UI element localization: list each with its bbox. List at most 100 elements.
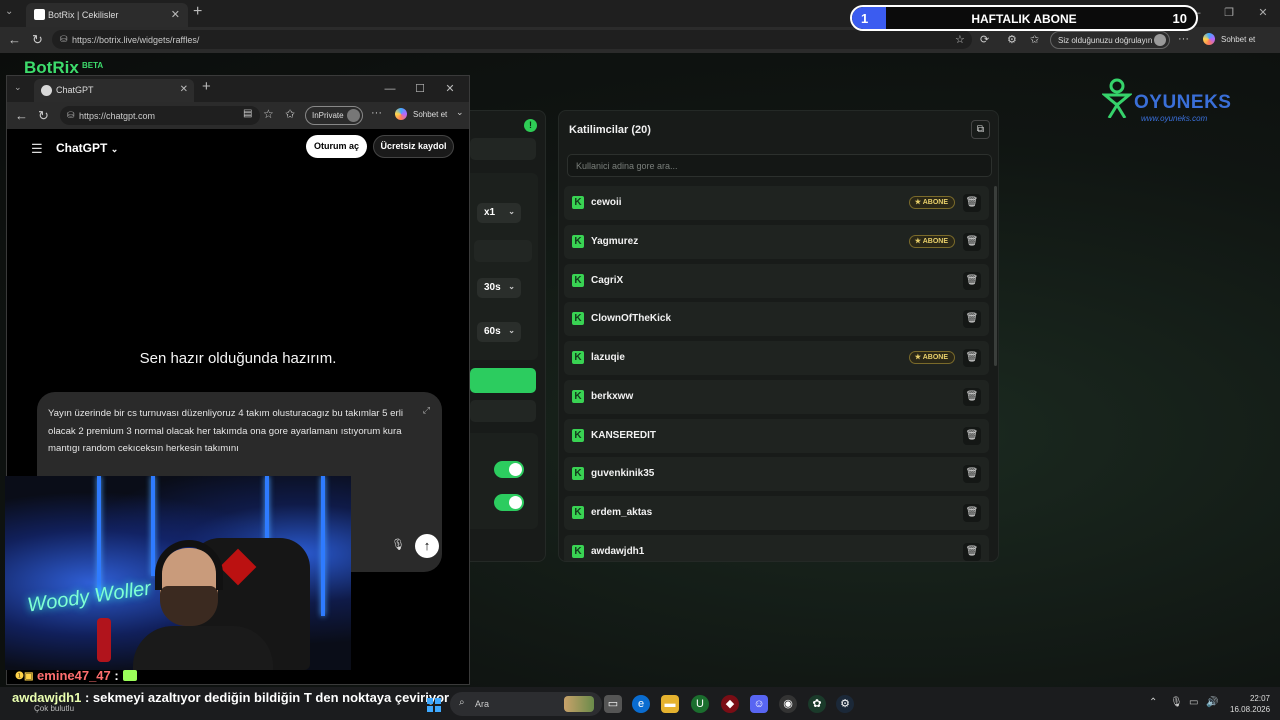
- tab-list-chevron-icon[interactable]: ⌄: [14, 82, 22, 93]
- remove-participant-trash-icon[interactable]: 🗑: [963, 387, 981, 406]
- taskbar-clock[interactable]: 22:07 16.08.2026: [1230, 693, 1270, 715]
- tray-mic-icon[interactable]: 🎙: [1170, 697, 1183, 708]
- participant-row: Klazuqie ★ ABONE 🗑: [564, 341, 989, 375]
- send-button[interactable]: ↑: [415, 534, 439, 558]
- close-window-icon[interactable]: ✕: [435, 76, 465, 102]
- remove-participant-trash-icon[interactable]: 🗑: [963, 310, 981, 329]
- multiplier-select[interactable]: x1 ⌄: [477, 203, 521, 223]
- copy-icon[interactable]: ⧉: [971, 120, 990, 139]
- windows-start-icon[interactable]: [427, 698, 441, 712]
- profile-verify-button[interactable]: Siz olduğunuzu doğrulayın: [1050, 31, 1170, 49]
- browser-essentials-icon[interactable]: ⚙: [1007, 33, 1017, 46]
- streamer-torso: [133, 626, 273, 670]
- duration-select[interactable]: 30s ⌄: [477, 278, 521, 298]
- chevron-down-icon[interactable]: ⌄: [456, 107, 464, 118]
- copilot-icon[interactable]: [1203, 33, 1215, 45]
- expand-icon[interactable]: ⤢: [423, 405, 430, 416]
- chevron-down-icon: ⌄: [508, 282, 515, 291]
- remove-participant-trash-icon[interactable]: 🗑: [963, 349, 981, 367]
- refresh-icon[interactable]: ↻: [32, 32, 43, 48]
- remove-participant-trash-icon[interactable]: 🗑: [963, 271, 981, 290]
- tab-botrix[interactable]: BotRix | Cekilisler ✕: [26, 3, 188, 27]
- participant-search-input[interactable]: Kullanici adina gore ara...: [567, 154, 992, 177]
- model-selector[interactable]: ChatGPT ⌄: [56, 141, 118, 155]
- tab-close-icon[interactable]: ✕: [180, 84, 188, 95]
- oyuneks-mascot-icon: [1102, 78, 1132, 118]
- more-menu-icon[interactable]: ···: [371, 107, 382, 119]
- chatgpt-app-icon[interactable]: ✿: [808, 695, 826, 713]
- tray-chevron-icon[interactable]: ⌃: [1149, 697, 1157, 708]
- microphone-icon[interactable]: 🎙: [391, 538, 405, 551]
- keyword-field[interactable]: [474, 240, 532, 262]
- sidebar-menu-icon[interactable]: ☰: [31, 141, 43, 157]
- steam-icon[interactable]: ⚙: [836, 695, 854, 713]
- discord-icon[interactable]: ☺: [750, 695, 768, 713]
- edge-icon[interactable]: e: [632, 695, 650, 713]
- prompt-text[interactable]: Yayın üzerinde bir cs turnuvası düzenliy…: [48, 405, 426, 458]
- participant-row: Kerdem_aktas 🗑: [564, 496, 989, 530]
- more-menu-icon[interactable]: ···: [1178, 33, 1189, 45]
- raffle-name-field[interactable]: [470, 138, 536, 160]
- copilot-icon[interactable]: [395, 108, 407, 120]
- led-strip: [97, 476, 101, 596]
- restore-icon[interactable]: ❐: [1212, 0, 1246, 27]
- goal-target: 10: [1172, 11, 1187, 26]
- url-field[interactable]: ⛁ https://botrix.live/widgets/raffles/: [52, 30, 972, 49]
- tab-list-chevron-icon[interactable]: ⌄: [5, 6, 13, 17]
- new-tab-plus-icon[interactable]: +: [202, 78, 211, 95]
- refresh-icon[interactable]: ↻: [38, 108, 49, 124]
- volume-icon[interactable]: 🔊: [1206, 697, 1218, 708]
- url-field[interactable]: ⛁ https://chatgpt.com: [60, 106, 260, 125]
- favorites-icon[interactable]: ✩: [1030, 33, 1039, 46]
- back-arrow-icon[interactable]: ←: [8, 32, 21, 47]
- upwork-icon[interactable]: U: [691, 695, 709, 713]
- list-scrollbar[interactable]: [994, 186, 997, 366]
- remove-participant-trash-icon[interactable]: 🗑: [963, 194, 981, 212]
- signup-button[interactable]: Ücretsiz kaydol: [373, 135, 454, 158]
- extensions-icon[interactable]: ⟳: [980, 33, 989, 46]
- toggle-switch-1[interactable]: [494, 461, 524, 478]
- secondary-button[interactable]: [470, 400, 536, 422]
- participant-name: CagriX: [591, 274, 624, 286]
- favorites-icon[interactable]: ✩: [285, 107, 295, 121]
- participant-name: awdawjdh1: [591, 545, 645, 557]
- chevron-down-icon: ⌄: [508, 207, 515, 216]
- start-raffle-button[interactable]: [470, 368, 536, 393]
- copilot-label[interactable]: Sohbet et: [1221, 35, 1255, 44]
- task-view-icon[interactable]: ▭: [604, 695, 622, 713]
- remove-participant-trash-icon[interactable]: 🗑: [963, 504, 981, 522]
- remove-participant-trash-icon[interactable]: 🗑: [963, 426, 981, 445]
- minimize-icon[interactable]: —: [375, 76, 405, 102]
- beta-badge: BETA: [82, 61, 104, 70]
- login-button[interactable]: Oturum aç: [306, 135, 367, 158]
- chat-emote-icon: [122, 670, 137, 681]
- interval-select[interactable]: 60s ⌄: [477, 322, 521, 342]
- maximize-icon[interactable]: ☐: [405, 76, 435, 102]
- toggle-group: [462, 433, 538, 529]
- remove-participant-trash-icon[interactable]: 🗑: [963, 542, 981, 561]
- inprivate-badge[interactable]: InPrivate: [305, 106, 363, 125]
- toggle-switch-2[interactable]: [494, 494, 524, 511]
- favorite-star-icon[interactable]: ☆: [955, 33, 965, 46]
- back-arrow-icon[interactable]: ←: [15, 108, 28, 123]
- participant-row: Kawdawjdh1 🗑: [564, 534, 989, 561]
- network-icon[interactable]: ▭: [1189, 697, 1198, 708]
- reader-icon[interactable]: ▤: [243, 108, 252, 119]
- taskbar-search[interactable]: ⌕ Ara: [450, 692, 602, 716]
- kick-logo-icon: K: [572, 234, 584, 248]
- site-info-icon[interactable]: ⛁: [60, 34, 68, 45]
- tab-close-icon[interactable]: ✕: [171, 8, 180, 21]
- game-app-icon[interactable]: ◆: [721, 695, 739, 713]
- remove-participant-trash-icon[interactable]: 🗑: [963, 465, 981, 484]
- remove-participant-trash-icon[interactable]: 🗑: [963, 232, 981, 251]
- close-window-icon[interactable]: ✕: [1246, 0, 1280, 27]
- duration-value: 30s: [484, 282, 501, 293]
- obs-icon[interactable]: ◉: [779, 695, 797, 713]
- favorite-star-icon[interactable]: ☆: [263, 107, 274, 121]
- copilot-label[interactable]: Sohbet et: [413, 110, 447, 119]
- site-info-icon[interactable]: ⛁: [67, 110, 75, 121]
- new-tab-plus-icon[interactable]: +: [193, 3, 202, 21]
- file-explorer-icon[interactable]: ▬: [661, 695, 679, 713]
- tab-chatgpt[interactable]: ChatGPT ✕: [34, 79, 194, 102]
- chat-message-2: awdawjdh1 : sekmeyi azaltıyor dediğin bi…: [12, 690, 449, 705]
